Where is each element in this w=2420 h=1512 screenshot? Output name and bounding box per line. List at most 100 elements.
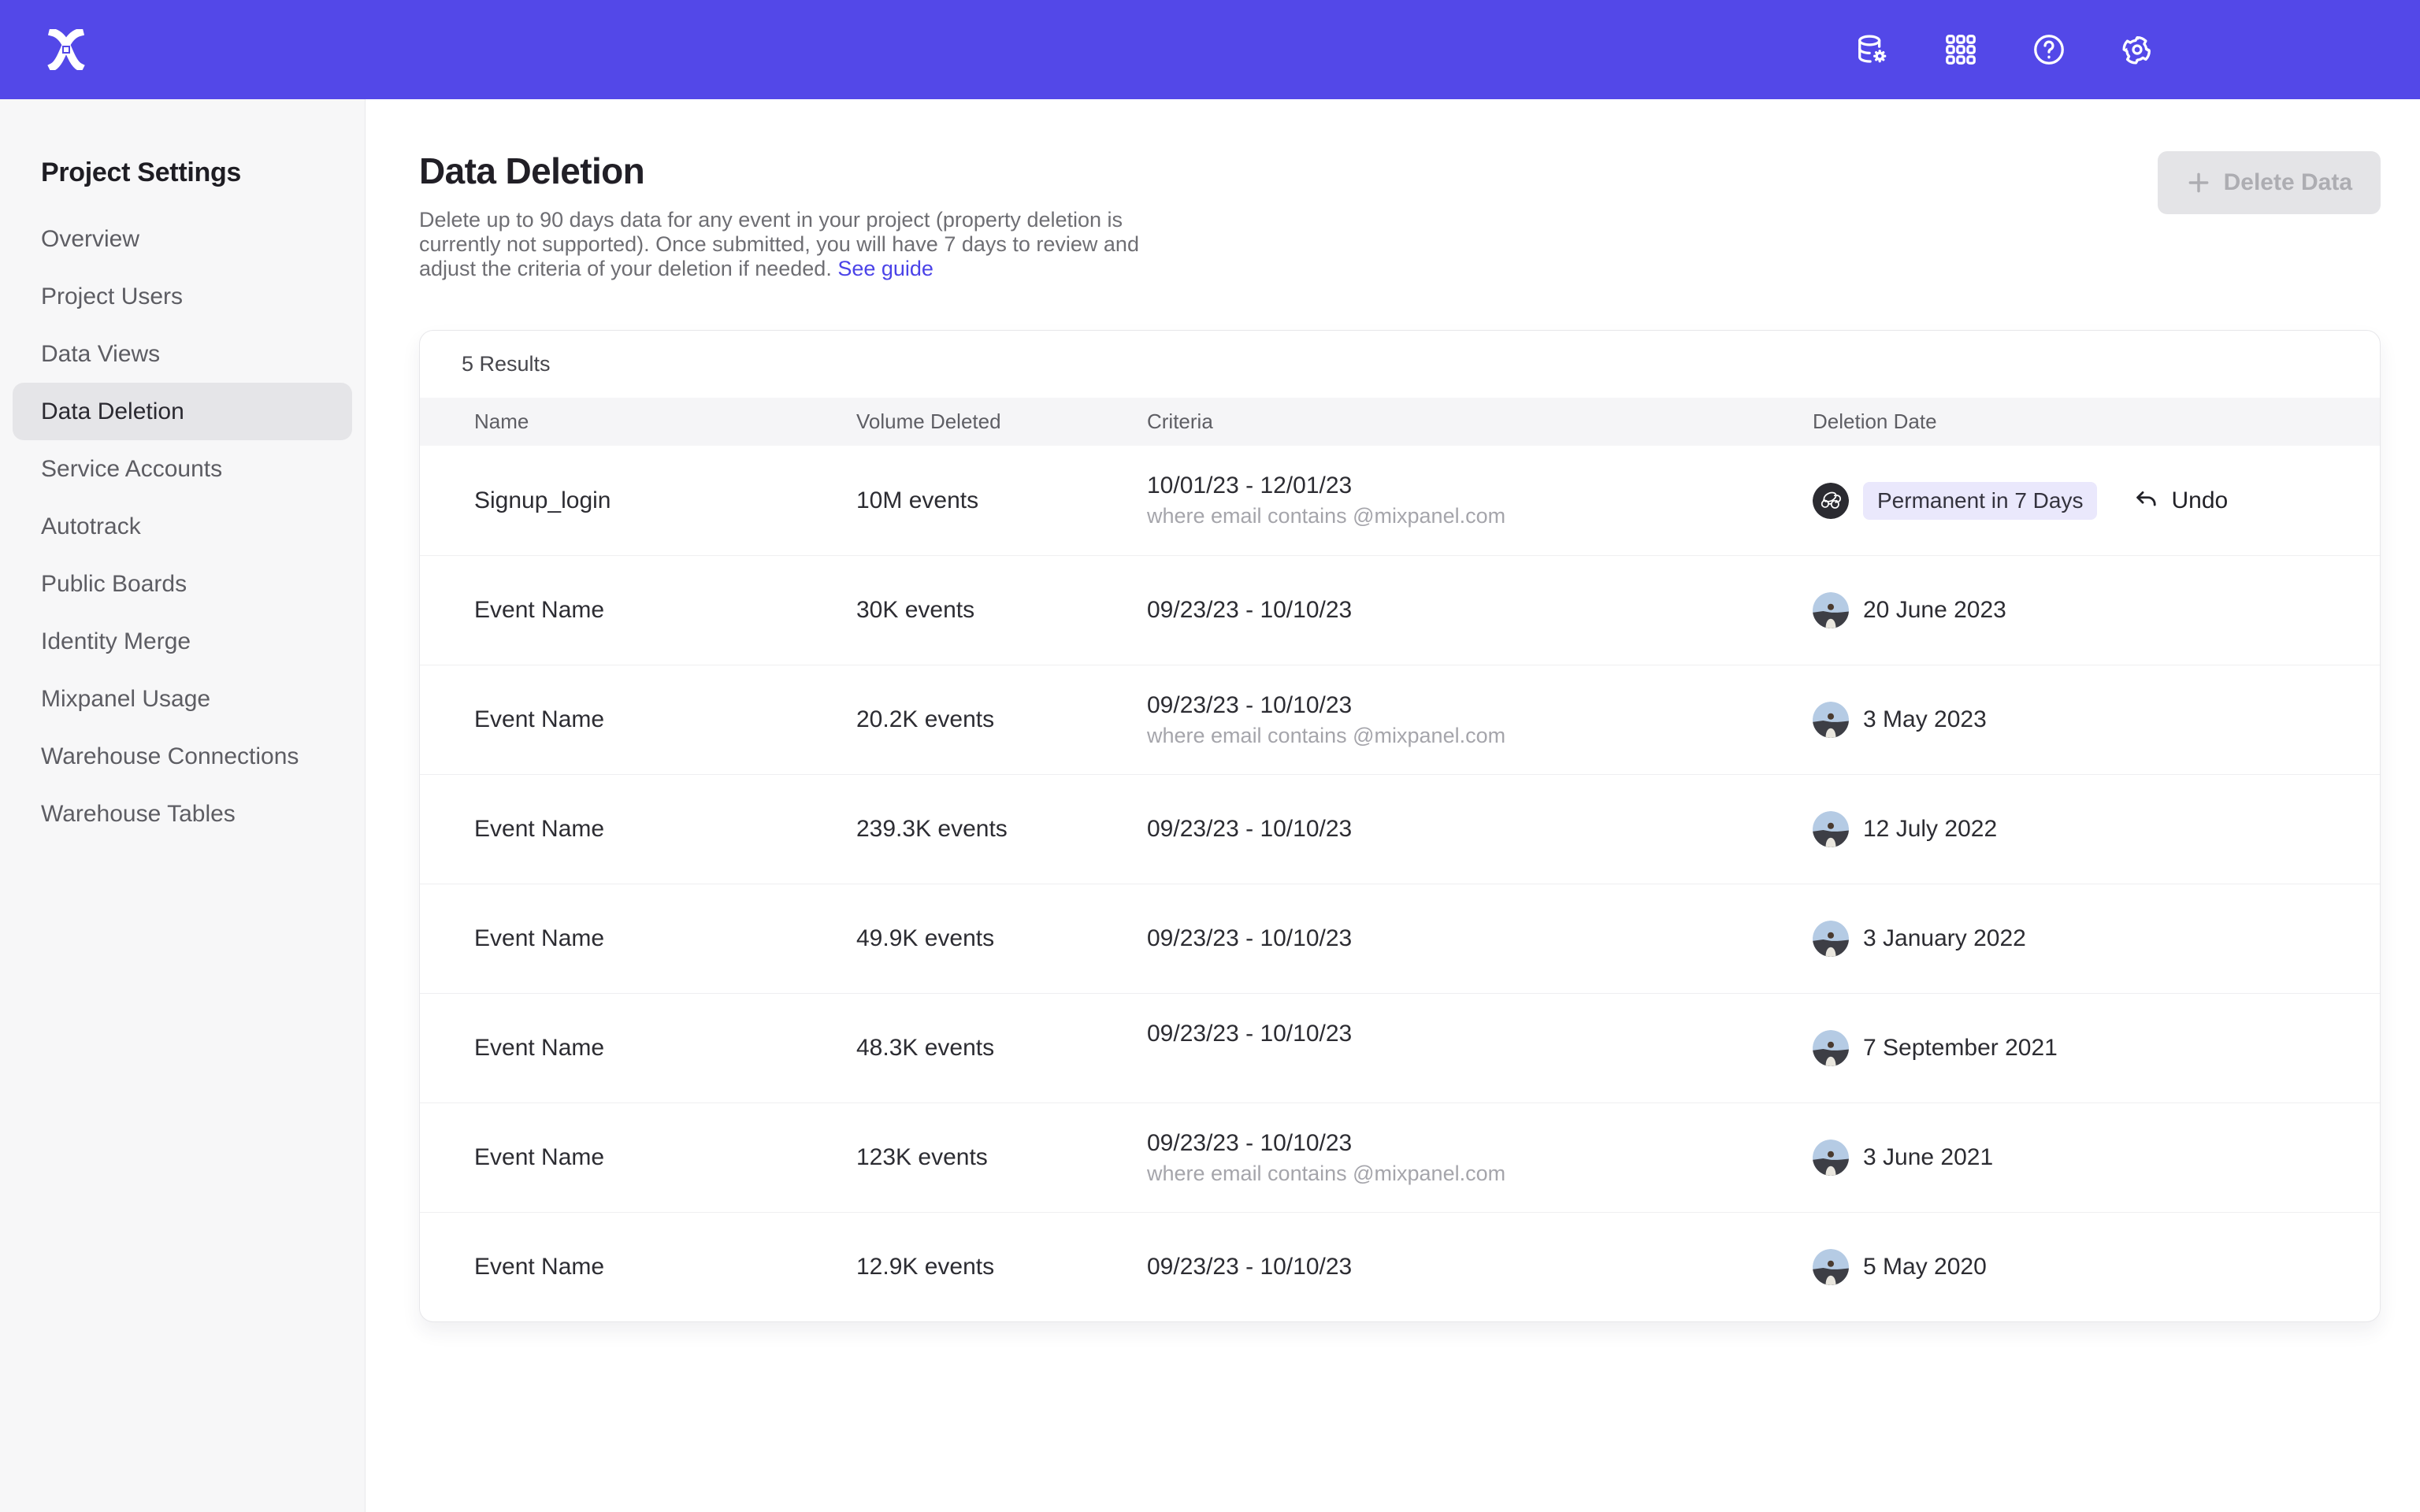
settings-sidebar: Project Settings OverviewProject UsersDa… bbox=[0, 99, 366, 1512]
table-row: Event Name 20.2K events 09/23/23 - 10/10… bbox=[420, 665, 2380, 774]
sidebar-item-overview[interactable]: Overview bbox=[13, 210, 352, 268]
column-header-deletion-date: Deletion Date bbox=[1813, 410, 2380, 434]
sidebar-item-warehouse-tables[interactable]: Warehouse Tables bbox=[13, 785, 352, 843]
row-volume: 49.9K events bbox=[856, 925, 1147, 952]
user-avatar bbox=[1813, 702, 1849, 738]
table-row: Event Name 239.3K events 09/23/23 - 10/1… bbox=[420, 774, 2380, 884]
table-row: Event Name 12.9K events 09/23/23 - 10/10… bbox=[420, 1212, 2380, 1321]
table-header-row: Name Volume Deleted Criteria Deletion Da… bbox=[420, 398, 2380, 446]
deletion-date: 20 June 2023 bbox=[1863, 597, 2006, 624]
criteria-date-range: 09/23/23 - 10/10/23 bbox=[1147, 1018, 1813, 1050]
page-title: Data Deletion bbox=[419, 150, 2381, 192]
results-count: 5 Results bbox=[420, 331, 2380, 398]
user-avatar bbox=[1813, 1030, 1849, 1066]
row-name: Event Name bbox=[474, 597, 856, 624]
help-icon[interactable] bbox=[2031, 32, 2067, 68]
database-gear-icon[interactable] bbox=[1854, 32, 1891, 68]
apps-grid-icon[interactable] bbox=[1943, 32, 1979, 68]
row-criteria: 09/23/23 - 10/10/23 where email contains… bbox=[1147, 1128, 1813, 1188]
row-volume: 239.3K events bbox=[856, 816, 1147, 843]
user-avatar bbox=[1813, 592, 1849, 628]
row-name: Event Name bbox=[474, 816, 856, 843]
sidebar-item-project-users[interactable]: Project Users bbox=[13, 268, 352, 325]
criteria-date-range: 09/23/23 - 10/10/23 bbox=[1147, 690, 1813, 721]
deletion-date: 3 January 2022 bbox=[1863, 925, 2026, 952]
sidebar-item-data-deletion[interactable]: Data Deletion bbox=[13, 383, 352, 440]
sidebar-item-public-boards[interactable]: Public Boards bbox=[13, 555, 352, 613]
undo-button[interactable]: Undo bbox=[2133, 487, 2228, 514]
table-row: Event Name 49.9K events 09/23/23 - 10/10… bbox=[420, 884, 2380, 993]
user-avatar bbox=[1813, 1140, 1849, 1176]
user-avatar bbox=[1813, 483, 1849, 519]
top-navigation-bar bbox=[0, 0, 2420, 99]
sidebar-item-warehouse-connections[interactable]: Warehouse Connections bbox=[13, 728, 352, 785]
row-volume: 20.2K events bbox=[856, 706, 1147, 733]
row-deletion-date: 3 January 2022 bbox=[1813, 921, 2380, 957]
sidebar-item-autotrack[interactable]: Autotrack bbox=[13, 498, 352, 555]
row-volume: 10M events bbox=[856, 487, 1147, 514]
criteria-date-range: 09/23/23 - 10/10/23 bbox=[1147, 595, 1813, 626]
sidebar-item-identity-merge[interactable]: Identity Merge bbox=[13, 613, 352, 670]
criteria-date-range: 10/01/23 - 12/01/23 bbox=[1147, 470, 1813, 502]
status-badge: Permanent in 7 Days bbox=[1863, 482, 2097, 520]
deletion-date: 12 July 2022 bbox=[1863, 816, 1997, 843]
row-criteria: 09/23/23 - 10/10/23 bbox=[1147, 813, 1813, 845]
mixpanel-logo-icon[interactable] bbox=[47, 29, 85, 70]
delete-data-button[interactable]: Delete Data bbox=[2158, 151, 2381, 214]
description-line-3: adjust the criteria of your deletion if … bbox=[419, 257, 832, 280]
column-header-volume: Volume Deleted bbox=[856, 410, 1147, 434]
row-volume: 48.3K events bbox=[856, 1035, 1147, 1062]
plus-icon bbox=[2186, 170, 2211, 195]
row-name: Event Name bbox=[474, 1035, 856, 1062]
description-line-1: Delete up to 90 days data for any event … bbox=[419, 208, 1123, 232]
row-criteria: 09/23/23 - 10/10/23 bbox=[1147, 595, 1813, 626]
row-criteria: 10/01/23 - 12/01/23 where email contains… bbox=[1147, 470, 1813, 531]
row-volume: 12.9K events bbox=[856, 1254, 1147, 1280]
row-name: Event Name bbox=[474, 925, 856, 952]
settings-gear-icon[interactable] bbox=[2119, 32, 2155, 68]
row-criteria: 09/23/23 - 10/10/23 bbox=[1147, 923, 1813, 954]
deletion-date: 3 May 2023 bbox=[1863, 706, 1987, 733]
row-name: Event Name bbox=[474, 1254, 856, 1280]
sidebar-title: Project Settings bbox=[41, 158, 365, 188]
row-deletion-date: 12 July 2022 bbox=[1813, 811, 2380, 847]
topbar-icon-group bbox=[1854, 32, 2420, 68]
row-deletion-date: 20 June 2023 bbox=[1813, 592, 2380, 628]
criteria-date-range: 09/23/23 - 10/10/23 bbox=[1147, 923, 1813, 954]
main-content: Data Deletion Delete up to 90 days data … bbox=[366, 99, 2420, 1512]
row-deletion-date: 5 May 2020 bbox=[1813, 1249, 2380, 1285]
undo-label: Undo bbox=[2171, 487, 2228, 514]
row-deletion-date: 3 June 2021 bbox=[1813, 1140, 2380, 1176]
row-criteria: 09/23/23 - 10/10/23 where email contains… bbox=[1147, 690, 1813, 750]
sidebar-item-data-views[interactable]: Data Views bbox=[13, 325, 352, 383]
description-line-2: currently not supported). Once submitted… bbox=[419, 232, 1139, 256]
row-deletion-date: 3 May 2023 bbox=[1813, 702, 2380, 738]
criteria-condition bbox=[1147, 1050, 1813, 1079]
row-deletion-date: 7 September 2021 bbox=[1813, 1030, 2380, 1066]
criteria-date-range: 09/23/23 - 10/10/23 bbox=[1147, 813, 1813, 845]
delete-data-button-label: Delete Data bbox=[2224, 169, 2352, 196]
deletion-date: 3 June 2021 bbox=[1863, 1144, 1993, 1171]
user-avatar bbox=[1813, 811, 1849, 847]
table-row: Event Name 30K events 09/23/23 - 10/10/2… bbox=[420, 555, 2380, 665]
table-row: Event Name 123K events 09/23/23 - 10/10/… bbox=[420, 1102, 2380, 1212]
row-name: Signup_login bbox=[474, 487, 856, 514]
criteria-date-range: 09/23/23 - 10/10/23 bbox=[1147, 1128, 1813, 1159]
table-row: Event Name 48.3K events 09/23/23 - 10/10… bbox=[420, 993, 2380, 1102]
see-guide-link[interactable]: See guide bbox=[837, 257, 933, 280]
user-avatar bbox=[1813, 921, 1849, 957]
page-header: Data Deletion Delete up to 90 days data … bbox=[419, 150, 2381, 281]
page-description: Delete up to 90 days data for any event … bbox=[419, 208, 2381, 281]
sidebar-item-service-accounts[interactable]: Service Accounts bbox=[13, 440, 352, 498]
deletion-date: 5 May 2020 bbox=[1863, 1254, 1987, 1280]
criteria-condition: where email contains @mixpanel.com bbox=[1147, 721, 1813, 750]
sidebar-nav: OverviewProject UsersData ViewsData Dele… bbox=[0, 210, 365, 843]
row-volume: 123K events bbox=[856, 1144, 1147, 1171]
user-avatar bbox=[1813, 1249, 1849, 1285]
criteria-condition: where email contains @mixpanel.com bbox=[1147, 502, 1813, 531]
table-row: Signup_login 10M events 10/01/23 - 12/01… bbox=[420, 446, 2380, 555]
deletion-date: 7 September 2021 bbox=[1863, 1035, 2058, 1062]
undo-icon bbox=[2133, 487, 2160, 514]
sidebar-item-mixpanel-usage[interactable]: Mixpanel Usage bbox=[13, 670, 352, 728]
row-name: Event Name bbox=[474, 1144, 856, 1171]
